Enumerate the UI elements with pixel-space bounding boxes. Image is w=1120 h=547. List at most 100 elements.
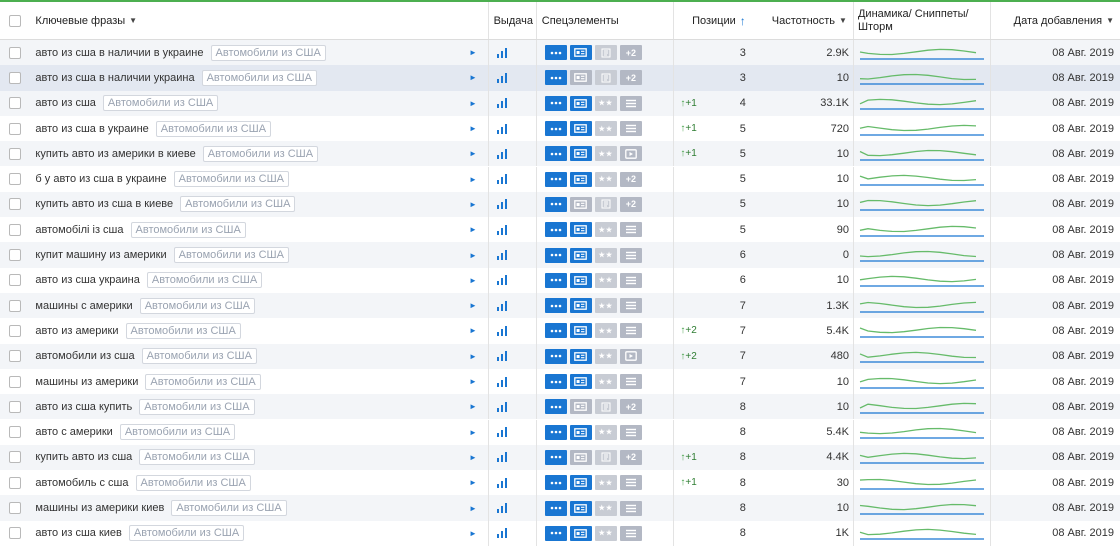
serp-bars-icon[interactable]: [496, 452, 508, 463]
row-checkbox[interactable]: [8, 324, 21, 337]
group-tag[interactable]: Автомобили из США: [171, 500, 287, 517]
list-icon[interactable]: [619, 475, 642, 491]
list-icon[interactable]: [619, 374, 642, 390]
serp-bars-icon[interactable]: [496, 98, 508, 109]
serp-bars-icon[interactable]: [496, 376, 508, 387]
row-checkbox[interactable]: [8, 274, 21, 287]
list-icon[interactable]: [619, 525, 642, 541]
group-tag[interactable]: Автомобили из США: [139, 449, 255, 466]
group-tag[interactable]: Автомобили из США: [173, 171, 289, 188]
row-checkbox[interactable]: [8, 527, 21, 540]
sparkline[interactable]: [858, 68, 986, 88]
dots-icon[interactable]: [544, 272, 567, 288]
dots-icon[interactable]: [544, 121, 567, 137]
serp-bars-icon[interactable]: [496, 401, 508, 412]
stars-icon[interactable]: ★★: [594, 500, 617, 516]
group-tag[interactable]: Автомобили из США: [139, 297, 256, 314]
group-tag[interactable]: Автомобили из США: [145, 373, 261, 390]
card-icon[interactable]: [569, 196, 592, 212]
list-icon[interactable]: [619, 500, 642, 516]
sparkline[interactable]: [858, 397, 986, 417]
group-tag[interactable]: Автомобили из США: [130, 221, 246, 238]
sparkline[interactable]: [858, 346, 986, 366]
dots-icon[interactable]: [544, 146, 567, 162]
keyword-text[interactable]: авто из сша в украине: [35, 123, 148, 135]
group-tag[interactable]: Автомобили из США: [135, 474, 251, 491]
row-checkbox[interactable]: [8, 249, 21, 262]
stars-icon[interactable]: ★★: [594, 323, 617, 339]
card-icon[interactable]: [569, 95, 592, 111]
group-tag[interactable]: Автомобили из США: [139, 398, 255, 415]
video-icon[interactable]: [619, 146, 642, 162]
more-badge[interactable]: +2: [619, 399, 642, 415]
stars-icon[interactable]: ★★: [594, 95, 617, 111]
header-vydacha[interactable]: Выдача: [487, 2, 536, 39]
card-icon[interactable]: [569, 500, 592, 516]
sparkline[interactable]: [858, 498, 986, 518]
row-checkbox[interactable]: [8, 375, 21, 388]
expand-arrow-icon[interactable]: ►: [458, 344, 487, 369]
group-tag[interactable]: Автомобили из США: [202, 145, 319, 162]
keyword-text[interactable]: автомобиль с сша: [35, 477, 128, 489]
serp-bars-icon[interactable]: [496, 351, 508, 362]
dots-icon[interactable]: [544, 348, 567, 364]
dots-icon[interactable]: [544, 323, 567, 339]
dots-icon[interactable]: [544, 95, 567, 111]
serp-bars-icon[interactable]: [496, 427, 508, 438]
card-icon[interactable]: [569, 399, 592, 415]
serp-bars-icon[interactable]: [496, 123, 508, 134]
card-icon[interactable]: [569, 475, 592, 491]
group-tag[interactable]: Автомобили из США: [201, 69, 317, 86]
dots-icon[interactable]: [544, 298, 567, 314]
card-icon[interactable]: [569, 272, 592, 288]
keyword-text[interactable]: авто из сша киев: [35, 527, 121, 539]
row-checkbox[interactable]: [8, 223, 21, 236]
stars-icon[interactable]: ★★: [594, 374, 617, 390]
card-icon[interactable]: [569, 424, 592, 440]
row-checkbox[interactable]: [8, 122, 21, 135]
sparkline[interactable]: [858, 169, 986, 189]
keyword-text[interactable]: машины из америки: [35, 376, 138, 388]
keyword-text[interactable]: купить авто из америки в киеве: [35, 148, 195, 160]
header-keywords[interactable]: Ключевые фразы ▼: [29, 2, 458, 39]
sparkline[interactable]: [858, 220, 986, 240]
card-icon[interactable]: [569, 146, 592, 162]
list-icon[interactable]: [619, 323, 642, 339]
expand-arrow-icon[interactable]: ►: [458, 116, 487, 141]
dots-icon[interactable]: [544, 222, 567, 238]
keyword-text[interactable]: авто из америки: [35, 325, 118, 337]
serp-bars-icon[interactable]: [496, 250, 508, 261]
expand-arrow-icon[interactable]: ►: [458, 420, 487, 445]
expand-arrow-icon[interactable]: ►: [458, 192, 487, 217]
card-icon[interactable]: [569, 247, 592, 263]
group-tag[interactable]: Автомобили из США: [180, 196, 296, 213]
dots-icon[interactable]: [544, 171, 567, 187]
header-frequency[interactable]: Частотность ▼: [754, 2, 853, 39]
row-checkbox[interactable]: [8, 97, 21, 110]
sparkline[interactable]: [858, 270, 986, 290]
sparkline[interactable]: [858, 245, 986, 265]
sparkline[interactable]: [858, 93, 986, 113]
more-badge[interactable]: +2: [619, 70, 642, 86]
group-tag[interactable]: Автомобили из США: [141, 348, 257, 365]
sparkline[interactable]: [858, 43, 986, 63]
stars-icon[interactable]: ★★: [594, 525, 617, 541]
select-all-checkbox[interactable]: [8, 14, 21, 27]
card-icon[interactable]: [569, 70, 592, 86]
row-checkbox[interactable]: [8, 350, 21, 363]
group-tag[interactable]: Автомобили из США: [128, 525, 245, 542]
dots-icon[interactable]: [544, 424, 567, 440]
sparkline[interactable]: [858, 321, 986, 341]
book-icon[interactable]: [594, 449, 617, 465]
card-icon[interactable]: [569, 298, 592, 314]
list-icon[interactable]: [619, 272, 642, 288]
group-tag[interactable]: Автомобили из США: [173, 247, 289, 264]
row-checkbox[interactable]: [8, 400, 21, 413]
serp-bars-icon[interactable]: [496, 300, 508, 311]
keyword-text[interactable]: авто из сша украина: [35, 274, 139, 286]
keyword-text[interactable]: б у авто из сша в украине: [35, 173, 166, 185]
card-icon[interactable]: [569, 525, 592, 541]
header-dynamics[interactable]: Динамика/ Сниппеты/ Шторм: [852, 2, 990, 39]
expand-arrow-icon[interactable]: ►: [458, 167, 487, 192]
book-icon[interactable]: [594, 70, 617, 86]
